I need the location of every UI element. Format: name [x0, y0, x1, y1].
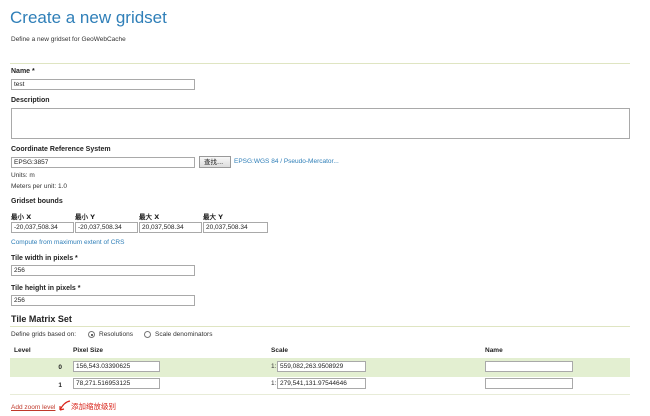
tile-width-input[interactable]: 256 — [11, 265, 195, 276]
annotation-text: 添加缩放级别 — [71, 402, 116, 411]
find-crs-button[interactable]: 查找... — [199, 156, 231, 168]
scale-prefix: 1: — [271, 363, 277, 370]
annotation-arrow-icon — [59, 400, 71, 411]
column-header-level: Level — [14, 347, 31, 354]
divider — [10, 326, 630, 327]
scale-denominators-radio-label[interactable]: Scale denominators — [155, 331, 212, 338]
resolutions-radio[interactable] — [88, 331, 95, 338]
tile-width-label: Tile width in pixels * — [11, 255, 78, 262]
bounds-max-y-header: 最大 Y — [203, 213, 223, 221]
crs-label: Coordinate Reference System — [11, 146, 111, 153]
resolutions-radio-label[interactable]: Resolutions — [99, 331, 133, 338]
tile-height-label: Tile height in pixels * — [11, 285, 81, 292]
bounds-max-y-input[interactable]: 20,037,508.34 — [203, 222, 268, 233]
crs-input[interactable]: EPSG:3857 — [11, 157, 195, 168]
define-grids-label: Define grids based on: — [11, 331, 77, 338]
pixel-size-input[interactable]: 156,543.03390625 — [73, 361, 160, 372]
scale-prefix: 1: — [271, 380, 277, 387]
name-label: Name * — [11, 68, 35, 75]
add-zoom-level-link[interactable]: Add zoom level — [11, 404, 55, 411]
pixel-size-input[interactable]: 78,271.516953125 — [73, 378, 160, 389]
bounds-min-y-input[interactable]: -20,037,508.34 — [75, 222, 138, 233]
name-input[interactable]: test — [11, 79, 195, 90]
divider — [10, 394, 630, 395]
column-header-pixel-size: Pixel Size — [73, 347, 103, 354]
page-subtitle: Define a new gridset for GeoWebCache — [11, 36, 126, 43]
bounds-min-y-header: 最小 Y — [75, 213, 95, 221]
row-level: 1 — [58, 382, 62, 389]
column-header-scale: Scale — [271, 347, 288, 354]
crs-description-link[interactable]: EPSG:WGS 84 / Pseudo-Mercator... — [234, 158, 339, 165]
row-level: 0 — [58, 364, 62, 371]
crs-units: Units: m — [11, 172, 35, 179]
tile-height-input[interactable]: 256 — [11, 295, 195, 306]
gridset-bounds-label: Gridset bounds — [11, 198, 63, 205]
bounds-max-x-header: 最大 X — [139, 213, 160, 221]
description-label: Description — [11, 97, 50, 104]
crs-meters-per-unit: Meters per unit: 1.0 — [11, 183, 67, 190]
tile-matrix-set-title: Tile Matrix Set — [11, 314, 72, 324]
scale-denominators-radio[interactable] — [144, 331, 151, 338]
description-textarea[interactable] — [11, 108, 630, 139]
scale-input[interactable]: 559,082,263.9508929 — [277, 361, 366, 372]
page-title: Create a new gridset — [10, 8, 167, 27]
compute-bounds-link[interactable]: Compute from maximum extent of CRS — [11, 239, 124, 246]
divider — [10, 63, 630, 64]
bounds-min-x-input[interactable]: -20,037,508.34 — [11, 222, 74, 233]
name-cell-input[interactable] — [485, 361, 573, 372]
scale-input[interactable]: 279,541,131.97544646 — [277, 378, 366, 389]
name-cell-input[interactable] — [485, 378, 573, 389]
column-header-name: Name — [485, 347, 503, 354]
bounds-min-x-header: 最小 X — [11, 213, 32, 221]
bounds-max-x-input[interactable]: 20,037,508.34 — [139, 222, 202, 233]
